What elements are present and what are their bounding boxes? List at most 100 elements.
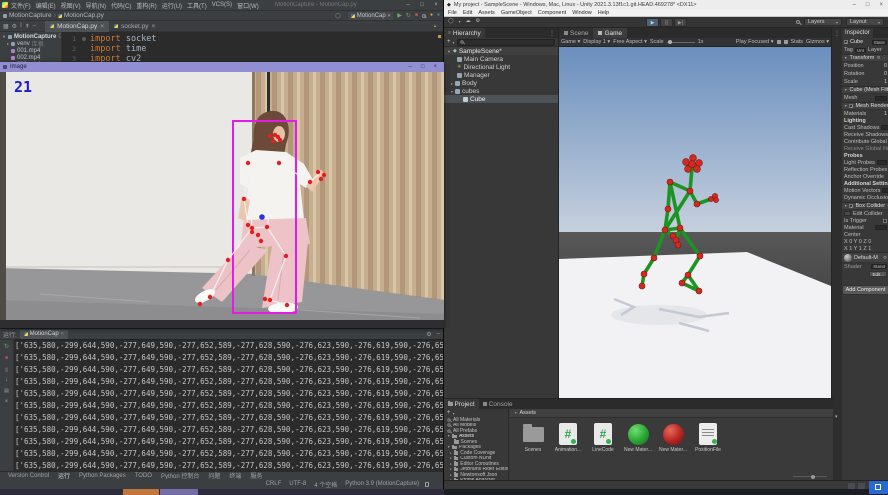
breadcrumb-file[interactable]: MotionCap.py	[64, 12, 104, 19]
asset-item[interactable]: New Mater...	[621, 421, 655, 454]
asset-item[interactable]: New Mater...	[656, 421, 690, 454]
enabled-checkbox[interactable]: ✓	[849, 104, 853, 108]
additional-settings-subheader[interactable]: Additional Settings	[842, 180, 888, 187]
expand-icon[interactable]: ▼	[447, 49, 451, 54]
stats-button[interactable]: Stats	[791, 39, 804, 45]
foldout-icon[interactable]: ▼	[844, 88, 847, 92]
close-button[interactable]: ×	[429, 2, 443, 8]
cast-shadows-row[interactable]: Cast Shadows	[842, 124, 888, 131]
menu-item[interactable]: Help	[598, 10, 609, 16]
notification-orange-icon[interactable]: ●	[430, 13, 433, 18]
expand-icon[interactable]: ▸	[450, 456, 452, 460]
active-checkbox[interactable]: ✓	[844, 40, 848, 44]
hierarchy-item[interactable]: ☀ Directional Light	[444, 63, 558, 71]
pause-button[interactable]: ||	[660, 18, 673, 27]
probes-subheader[interactable]: Probes	[842, 152, 888, 159]
menu-item[interactable]: Component	[538, 10, 566, 16]
foldout-icon[interactable]: ▼	[844, 204, 847, 208]
asset-item[interactable]: Scenes	[516, 421, 550, 454]
expand-icon[interactable]: ▼	[2, 34, 6, 39]
dynamic-occlusion-row[interactable]: Dynamic Occlusion✓	[842, 194, 888, 202]
gear-icon[interactable]: ⚙	[883, 255, 887, 261]
box-collider-header[interactable]: ▼ ✓ Box Collider ⚙	[842, 202, 888, 210]
search-everywhere-icon[interactable]	[422, 14, 426, 18]
breakpoint-dot-icon[interactable]	[82, 37, 86, 41]
hierarchy-search-input[interactable]	[457, 39, 555, 46]
collider-material-row[interactable]: Material	[842, 224, 888, 231]
hierarchy-item-selected[interactable]: Cube	[444, 95, 558, 103]
lighting-subheader[interactable]: Lighting	[842, 117, 888, 124]
foldout-icon[interactable]: ▼	[844, 104, 847, 108]
light-probes-row[interactable]: Light Probes	[842, 159, 888, 166]
asset-item[interactable]: # Animation...	[551, 421, 585, 454]
tray-icon[interactable]	[848, 483, 855, 489]
scroll-to-end-button[interactable]: ↓	[0, 375, 13, 386]
step-button[interactable]: ▶|	[674, 18, 687, 27]
console-settings-icon[interactable]: ⚙	[426, 331, 431, 338]
add-button[interactable]: +	[447, 39, 451, 45]
tab-inspector[interactable]: Inspector	[842, 28, 873, 38]
center-values-row[interactable]: X 0 Y 0 Z 0	[842, 238, 888, 245]
menu-item[interactable]: 工具(T)	[187, 1, 207, 10]
shader-dropdown[interactable]: Stand	[871, 264, 887, 269]
settings-icon[interactable]: ⚙	[12, 23, 17, 30]
more-icon[interactable]: ⋮	[549, 30, 555, 37]
foldout-icon[interactable]: ▼	[844, 56, 847, 60]
clear-output-button[interactable]: ×	[0, 397, 13, 408]
close-button[interactable]: ×	[879, 2, 883, 8]
mesh-renderer-header[interactable]: ▼ ✓ Mesh Renderer ⚙	[842, 102, 888, 110]
hierarchy-item[interactable]: Main Camera	[444, 55, 558, 63]
gizmos-dropdown[interactable]: Gizmos ▾	[806, 39, 829, 45]
toolwindow-button[interactable]: TODO	[135, 473, 152, 479]
tab-console[interactable]: Console	[479, 399, 517, 409]
play-focused-dropdown[interactable]: Play Focused ▾	[736, 39, 774, 45]
shader-row[interactable]: Shader Stand	[842, 263, 888, 270]
project-toolwindow-icon[interactable]: ▦	[3, 23, 9, 30]
editor-tab-active[interactable]: MotionCap.py ×	[45, 21, 109, 32]
mute-audio-icon[interactable]	[777, 40, 781, 44]
add-component-button[interactable]: Add Component	[842, 285, 888, 295]
mesh-filter-header[interactable]: ▼ Cube (Mesh Filter) ⚙	[842, 86, 888, 94]
expand-icon[interactable]: ▸	[450, 451, 452, 455]
chevron-down-icon[interactable]: ▾	[835, 414, 838, 420]
expand-icon[interactable]: ▸	[450, 473, 452, 477]
project-tree-item[interactable]: ▸ venv 库根	[0, 40, 61, 47]
console-tab[interactable]: MotionCap ×	[20, 330, 68, 339]
menu-item[interactable]: Assets	[478, 10, 495, 16]
ime-indicator[interactable]	[869, 481, 888, 494]
breadcrumb-project[interactable]: MotionCapture	[9, 12, 52, 19]
expand-icon[interactable]: ▸	[7, 41, 9, 46]
transform-header[interactable]: ▼ Transform ⚙ ⋮	[842, 54, 888, 62]
materials-row[interactable]: Materials1	[842, 110, 888, 117]
aspect-dropdown[interactable]: Free Aspect ▾	[613, 39, 647, 45]
more-icon[interactable]: ⋮	[832, 30, 842, 37]
inspection-warning-icon[interactable]: ▲	[433, 24, 437, 28]
layers-dropdown[interactable]: Layers▾	[804, 18, 842, 26]
stop-button[interactable]: ■	[0, 353, 13, 364]
mesh-row[interactable]: Mesh	[842, 94, 888, 102]
taskbar-app-active[interactable]	[123, 489, 159, 495]
slider-handle[interactable]	[668, 40, 672, 44]
hierarchy-item[interactable]: ▾ cubes	[444, 87, 558, 95]
tab-hierarchy[interactable]: ≡ Hierarchy	[444, 28, 485, 38]
tab-close-icon[interactable]: ×	[100, 23, 104, 30]
menu-item[interactable]: Window	[572, 10, 592, 16]
menu-item[interactable]: 代码(C)	[111, 1, 131, 10]
tag-dropdown[interactable]: Unt	[855, 48, 866, 53]
maximize-button[interactable]: □	[866, 2, 870, 8]
editor-tab[interactable]: socket.py ×	[109, 21, 160, 32]
receive-shadows-row[interactable]: Receive Shadows✓	[842, 131, 888, 138]
value[interactable]: 1	[884, 79, 887, 85]
run-button[interactable]: ▶	[397, 13, 402, 19]
static-dropdown[interactable]: Static	[872, 40, 887, 45]
maximize-button[interactable]: □	[421, 64, 425, 70]
menu-item[interactable]: 窗口(W)	[237, 1, 259, 10]
size-values-row[interactable]: X 1 Y 1 Z 1	[842, 245, 888, 252]
asset-item[interactable]: PositionFile	[691, 421, 725, 454]
edit-collider-row[interactable]: Edit Collider	[842, 210, 888, 217]
tab-close-icon[interactable]: ×	[151, 23, 155, 30]
game-viewport-canvas[interactable]	[559, 47, 831, 398]
material-edit-button[interactable]: Edit...	[869, 271, 887, 277]
services-icon[interactable]: ⚙	[476, 18, 480, 24]
minimize-button[interactable]: –	[409, 64, 412, 70]
